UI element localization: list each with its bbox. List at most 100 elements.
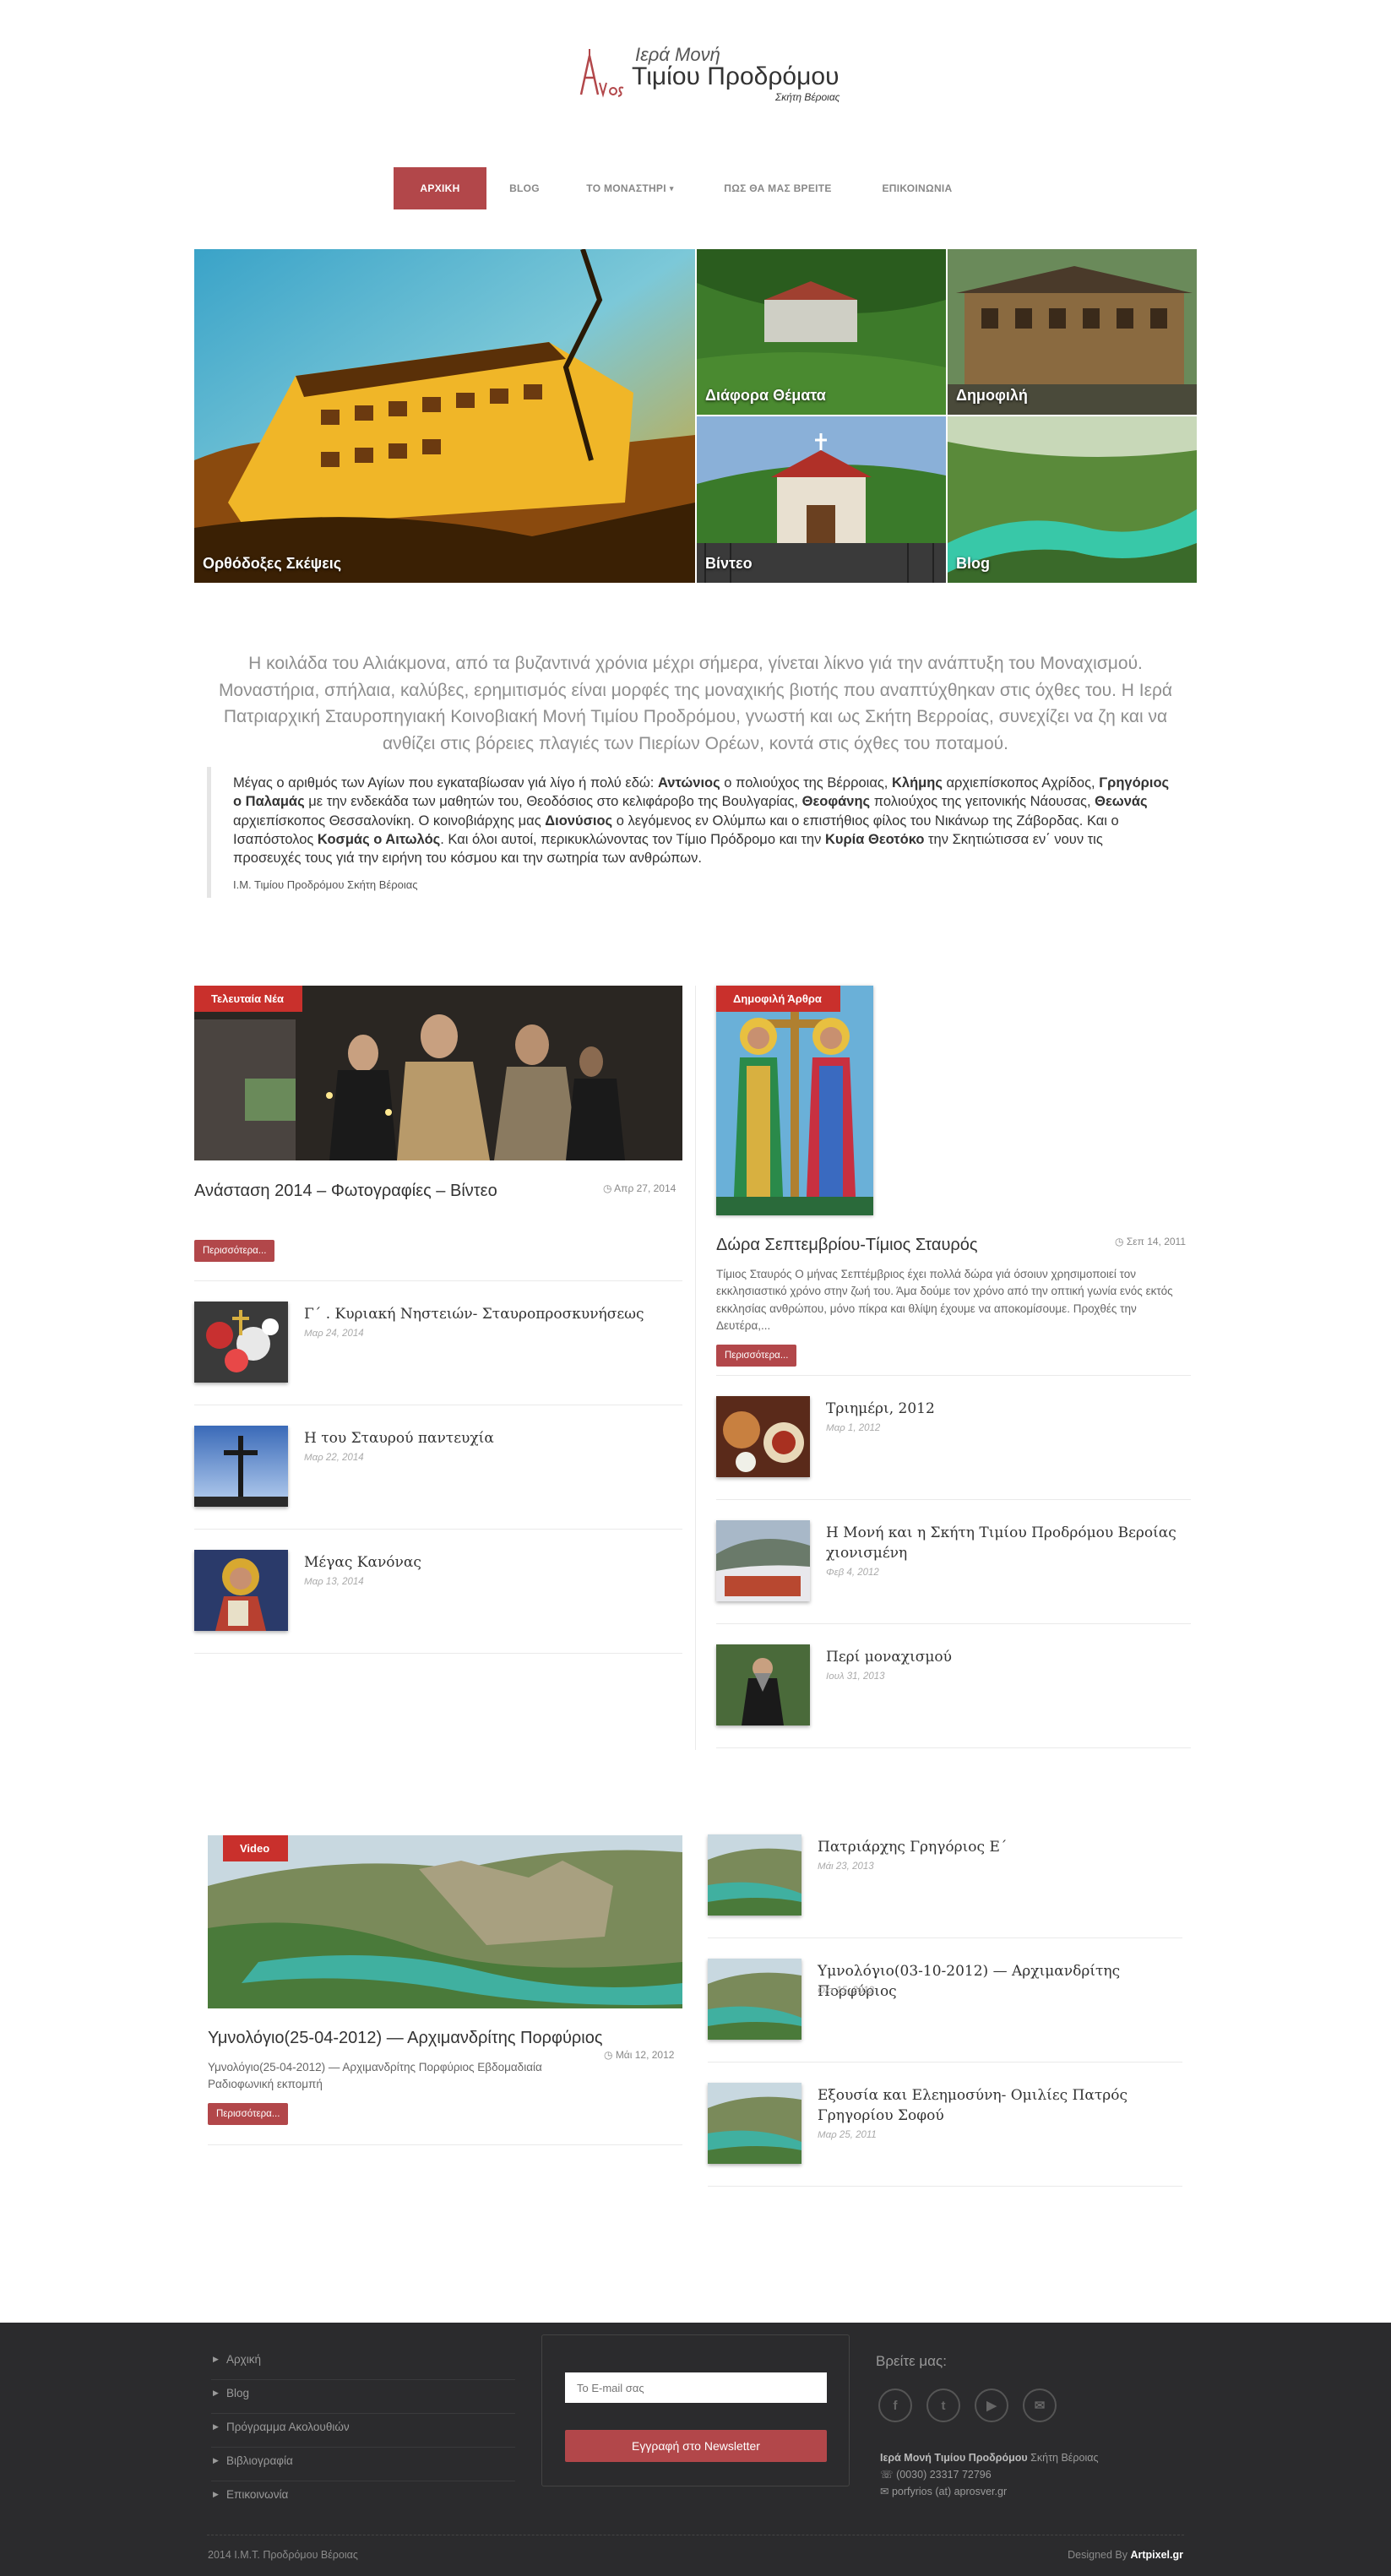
site-logo[interactable]: Ιερά Μονή Τιμίου Προδρόμου Σκήτη Βέροιας [578, 44, 848, 111]
hero-tile-blog[interactable]: Blog [948, 416, 1197, 583]
nav-item-blog[interactable]: BLOG [486, 167, 562, 209]
footer-link-bibliography[interactable]: Βιβλιογραφία [211, 2448, 515, 2481]
copyright-text: 2014 Ι.Μ.Τ. Προδρόμου Βέροιας [208, 2549, 358, 2561]
list-item-title: Η Μονή και η Σκήτη Τιμίου Προδρόμου Βερο… [826, 1524, 1176, 1562]
facebook-icon[interactable]: f [878, 2389, 912, 2422]
list-item[interactable]: Υμνολόγιο(03-10-2012) — Αρχιμανδρίτης Πο… [708, 1938, 1182, 2062]
list-item[interactable]: Εξουσία και Ελεημοσύνη- Ομιλίες Πατρός Γ… [708, 2062, 1182, 2187]
list-item-date: Ιουλ 31, 2013 [826, 1671, 885, 1682]
list-item-date: Μαρ 25, 2011 [818, 2130, 877, 2140]
hero-caption-blog: Blog [956, 555, 990, 572]
clock-icon: ◷ [603, 1182, 615, 1194]
nav-item-contact[interactable]: ΕΠΙΚΟΙΝΩΝΙΑ [858, 167, 976, 209]
list-item[interactable]: Γ΄ . Κυριακή Νηστειών- Σταυροπροσκυνήσεω… [194, 1281, 682, 1405]
column-divider [695, 986, 696, 1750]
nav-item-how-to-find-us[interactable]: ΠΩΣ ΘΑ ΜΑΣ ΒΡΕΙΤΕ [698, 167, 858, 209]
monastery-photo [194, 249, 695, 583]
contact-email: ✉ porfyrios (at) aprosver.gr [880, 2486, 1008, 2497]
site-header: Ιερά Μονή Τιμίου Προδρόμου Σκήτη Βέροιας… [0, 0, 1391, 209]
video-featured-excerpt: Υμνολόγιο(25-04-2012) — Αρχιμανδρίτης Πο… [208, 2061, 542, 2091]
video-featured-title[interactable]: Υμνολόγιο(25-04-2012) — Αρχιμανδρίτης Πο… [208, 2029, 603, 2048]
newsletter-subscribe-button[interactable]: Εγγραφή στο Newsletter [565, 2430, 827, 2462]
resurrection-photo [194, 986, 682, 1160]
latest-news-label: Τελευταία Νέα [194, 986, 303, 1012]
twitter-icon[interactable]: t [926, 2389, 960, 2422]
site-footer: Αρχική Blog Πρόγραμμα Ακολουθιών Βιβλιογ… [0, 2323, 1391, 2576]
latest-featured-title[interactable]: Ανάσταση 2014 – Φωτογραφίες – Βίντεο [194, 1182, 497, 1201]
designer-link[interactable]: Artpixel.gr [1130, 2549, 1183, 2561]
hero-caption-videos: Βίντεο [705, 555, 753, 572]
monastery-logo-icon [579, 49, 624, 98]
nav-item-monastery[interactable]: ΤΟ ΜΟΝΑΣΤΗΡΙ ▾ [562, 167, 698, 209]
hero-tile-videos[interactable]: Βίντεο [697, 416, 946, 583]
list-item[interactable]: Πατριάρχης Γρηγόριος Ε΄ Μάι 23, 2013 [708, 1814, 1182, 1938]
thumbnail-table-food [716, 1396, 810, 1477]
list-item-title: Υμνολόγιο(03-10-2012) — Αρχιμανδρίτης Πο… [818, 1963, 1121, 2000]
list-item[interactable]: Η Μονή και η Σκήτη Τιμίου Προδρόμου Βερο… [716, 1500, 1191, 1624]
newsletter-box: Εγγραφή στο Newsletter [541, 2334, 850, 2486]
list-item-date: Μάι 23, 2013 [818, 1861, 874, 1872]
thumbnail-monk [716, 1644, 810, 1725]
popular-featured-date: ◷ Σεπ 14, 2011 [1115, 1236, 1187, 1247]
intro-text: Η κοιλάδα του Αλιάκμονα, από τα βυζαντιν… [218, 654, 1173, 753]
nav-item-home[interactable]: ΑΡΧΙΚΗ [394, 167, 486, 209]
quote-source: Ι.Μ. Τιμίου Προδρόμου Σκήτη Βέροιας [233, 878, 418, 892]
hero-caption-main: Ορθόδοξες Σκέψεις [203, 555, 342, 572]
thumbnail-flowers [194, 1302, 288, 1383]
thumbnail-icon-saint [194, 1550, 288, 1631]
list-item[interactable]: Περί μοναχισμού Ιουλ 31, 2013 [716, 1624, 1191, 1748]
list-item[interactable]: Μέγας Κανόνας Μαρ 13, 2014 [194, 1530, 682, 1654]
main-nav: ΑΡΧΙΚΗ BLOG ΤΟ ΜΟΝΑΣΤΗΡΙ ▾ ΠΩΣ ΘΑ ΜΑΣ ΒΡΕ… [394, 167, 976, 209]
list-item-date: Οκτ 15, 2012 [818, 1986, 874, 1996]
list-item-title: Μέγας Κανόνας [304, 1554, 421, 1571]
email-icon[interactable]: ✉ [1023, 2389, 1057, 2422]
contact-name: Ιερά Μονή Τιμίου Προδρόμου Σκήτη Βέροιας [880, 2452, 1099, 2464]
list-item-title: Εξουσία και Ελεημοσύνη- Ομιλίες Πατρός Γ… [818, 2087, 1128, 2124]
hero-grid: Ορθόδοξες Σκέψεις Διάφορα Θέματα Δημοφιλ… [194, 249, 1197, 583]
hero-tile-orthodox-thoughts[interactable]: Ορθόδοξες Σκέψεις [194, 249, 695, 583]
contact-info: Ιερά Μονή Τιμίου Προδρόμου Σκήτη Βέροιας… [880, 2449, 1098, 2500]
thumbnail-video-river [708, 2083, 801, 2164]
video-label: Video [223, 1835, 289, 1861]
footer-link-home[interactable]: Αρχική [211, 2346, 515, 2380]
contact-phone: ☏ (0030) 23317 72796 [880, 2469, 992, 2481]
designed-by: Designed By Artpixel.gr [1068, 2549, 1183, 2561]
list-item-date: Μαρ 13, 2014 [304, 1577, 364, 1587]
social-links: f t ▶ ✉ [878, 2389, 1057, 2422]
footer-link-contact[interactable]: Επικοινωνία [211, 2481, 515, 2515]
popular-read-more-button[interactable]: Περισσότερα... [716, 1345, 797, 1367]
newsletter-email-input[interactable] [565, 2372, 827, 2403]
list-item-date: Μαρ 1, 2012 [826, 1423, 881, 1433]
footer-link-schedule[interactable]: Πρόγραμμα Ακολουθιών [211, 2414, 515, 2448]
video-read-more-button[interactable]: Περισσότερα... [208, 2103, 289, 2125]
envelope-icon: ✉ [880, 2486, 892, 2497]
saints-quote: Μέγας ο αριθμός των Αγίων που εγκαταβίωσ… [207, 767, 1170, 898]
thumbnail-video-river [708, 1959, 801, 2040]
hero-tile-various-topics[interactable]: Διάφορα Θέματα [697, 249, 946, 415]
footer-link-blog[interactable]: Blog [211, 2380, 515, 2414]
quote-text: Μέγας ο αριθμός των Αγίων που εγκαταβίωσ… [233, 775, 1170, 867]
popular-featured-excerpt: Τίμιος Σταυρός Ο μήνας Σεπτέμβριος έχει … [716, 1268, 1173, 1332]
footer-links: Αρχική Blog Πρόγραμμα Ακολουθιών Βιβλιογ… [211, 2346, 515, 2515]
popular-articles-label: Δημοφιλή Άρθρα [716, 986, 840, 1012]
list-item[interactable]: Η του Σταυρού παντευχία Μαρ 22, 2014 [194, 1405, 682, 1530]
list-item-title: Γ΄ . Κυριακή Νηστειών- Σταυροπροσκυνήσεω… [304, 1306, 644, 1323]
list-item-title: Περί μοναχισμού [826, 1649, 952, 1666]
popular-featured-image[interactable] [716, 986, 873, 1215]
latest-read-more-button[interactable]: Περισσότερα... [194, 1240, 275, 1262]
clock-icon: ◷ [604, 2049, 616, 2061]
logo-main-text: Τιμίου Προδρόμου [632, 62, 839, 90]
list-item-title: Η του Σταυρού παντευχία [304, 1430, 494, 1447]
logo-sub-text: Σκήτη Βέροιας [775, 91, 840, 103]
hero-tile-popular[interactable]: Δημοφιλή [948, 249, 1197, 415]
popular-featured-title[interactable]: Δώρα Σεπτεμβρίου-Τίμιος Σταυρός [716, 1236, 978, 1255]
phone-icon: ☏ [880, 2469, 897, 2481]
saints-constantine-helen-icon-image [716, 986, 873, 1215]
list-item[interactable]: Τριημέρι, 2012 Μαρ 1, 2012 [716, 1376, 1191, 1500]
divider [208, 2144, 682, 2145]
youtube-icon[interactable]: ▶ [975, 2389, 1008, 2422]
latest-featured-image[interactable] [194, 986, 682, 1160]
video-featured-date: ◷ Μάι 12, 2012 [604, 2049, 675, 2061]
latest-featured-date: ◷ Απρ 27, 2014 [603, 1182, 676, 1194]
chevron-down-icon: ▾ [669, 183, 674, 193]
